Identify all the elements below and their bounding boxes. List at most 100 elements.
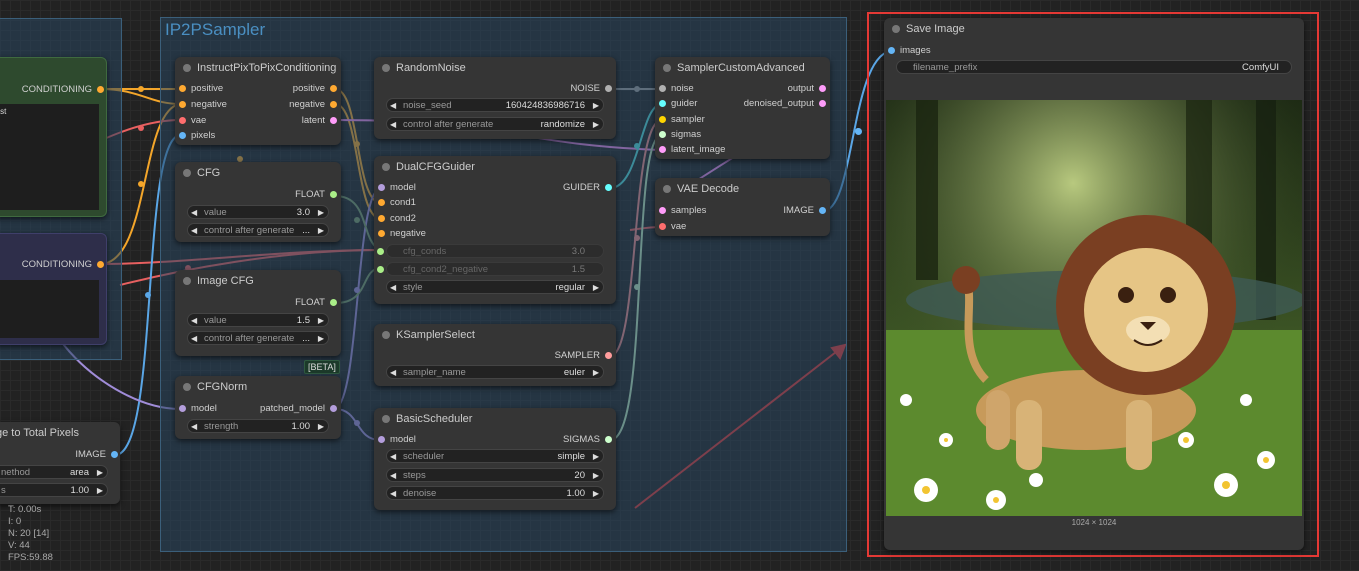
- model-dot-icon[interactable]: [378, 184, 385, 191]
- cfgnorm-node[interactable]: CFGNorm model patched_model ◀ strength 1…: [175, 376, 341, 439]
- arrow-left-icon[interactable]: ◀: [191, 314, 197, 328]
- cfg-node[interactable]: CFG FLOAT ◀ value 3.0 ▶ ◀ control after …: [175, 162, 341, 242]
- cfg-control-widget[interactable]: ◀ control after generate ... ▶: [187, 223, 329, 237]
- sampler-dot-icon[interactable]: [659, 116, 666, 123]
- arrow-right-icon[interactable]: ▶: [593, 281, 599, 295]
- output-guider[interactable]: GUIDER: [563, 181, 614, 195]
- style-widget[interactable]: ◀ style regular ▶: [386, 280, 604, 294]
- arrow-right-icon[interactable]: ▶: [97, 466, 103, 480]
- denoise-widget[interactable]: ◀ denoise 1.00 ▶: [386, 486, 604, 500]
- arrow-right-icon[interactable]: ▶: [318, 314, 324, 328]
- latent-dot-icon[interactable]: [819, 100, 826, 107]
- sigmas-dot-icon[interactable]: [605, 436, 612, 443]
- arrow-right-icon[interactable]: ▶: [593, 118, 599, 132]
- positive-prompt-node[interactable]: CONDITIONING rest: [0, 57, 107, 217]
- model-dot-icon[interactable]: [179, 405, 186, 412]
- image-dot-icon[interactable]: [819, 207, 826, 214]
- image-dot-icon[interactable]: [888, 47, 895, 54]
- vae-dot-icon[interactable]: [179, 117, 186, 124]
- steps-widget[interactable]: ◀ steps 20 ▶: [386, 468, 604, 482]
- float-dot-icon[interactable]: [377, 248, 384, 255]
- arrow-left-icon[interactable]: ◀: [390, 450, 396, 464]
- negative-prompt-node[interactable]: CONDITIONING: [0, 233, 107, 345]
- input-sampler[interactable]: sampler: [657, 113, 705, 127]
- arrow-right-icon[interactable]: ▶: [318, 206, 324, 220]
- latent-dot-icon[interactable]: [819, 85, 826, 92]
- arrow-right-icon[interactable]: ▶: [593, 99, 599, 113]
- output-positive[interactable]: positive: [293, 82, 339, 96]
- input-guider[interactable]: guider: [657, 97, 697, 111]
- negative-text-area[interactable]: [0, 280, 99, 338]
- input-model[interactable]: model: [376, 181, 416, 195]
- sampler-name-widget[interactable]: ◀ sampler_name euler ▶: [386, 365, 604, 379]
- input-model[interactable]: model: [177, 402, 217, 416]
- conditioning-dot-icon[interactable]: [378, 199, 385, 206]
- output-sigmas[interactable]: SIGMAS: [563, 433, 614, 447]
- strength-widget[interactable]: ◀ strength 1.00 ▶: [187, 419, 329, 433]
- input-vae[interactable]: vae: [657, 220, 686, 234]
- image-cfg-node[interactable]: Image CFG FLOAT ◀ value 1.5 ▶ ◀ control …: [175, 270, 341, 356]
- arrow-right-icon[interactable]: ▶: [593, 366, 599, 380]
- input-negative[interactable]: negative: [376, 227, 426, 241]
- generated-image[interactable]: [886, 100, 1302, 516]
- latent-dot-icon[interactable]: [330, 117, 337, 124]
- image-dot-icon[interactable]: [111, 451, 118, 458]
- input-vae[interactable]: vae: [177, 114, 206, 128]
- ip2p-conditioning-node[interactable]: InstructPixToPixConditioning positive ne…: [175, 57, 341, 145]
- arrow-left-icon[interactable]: ◀: [191, 332, 197, 346]
- output-output[interactable]: output: [788, 82, 828, 96]
- conditioning-dot-icon[interactable]: [179, 101, 186, 108]
- input-pixels[interactable]: pixels: [177, 129, 215, 143]
- input-cond1[interactable]: cond1: [376, 196, 416, 210]
- arrow-right-icon[interactable]: ▶: [318, 224, 324, 238]
- input-images[interactable]: images: [886, 44, 931, 58]
- output-denoised[interactable]: denoised_output: [744, 97, 828, 111]
- arrow-left-icon[interactable]: ◀: [390, 366, 396, 380]
- output-float[interactable]: FLOAT: [295, 296, 339, 310]
- conditioning-dot-icon[interactable]: [330, 85, 337, 92]
- random-noise-node[interactable]: RandomNoise NOISE ◀ noise_seed 160424836…: [374, 57, 616, 139]
- input-model[interactable]: model: [376, 433, 416, 447]
- upscale-method-widget[interactable]: nethod area ▶: [0, 465, 108, 479]
- output-image[interactable]: IMAGE: [783, 204, 828, 218]
- ksampler-select-node[interactable]: KSamplerSelect SAMPLER ◀ sampler_name eu…: [374, 324, 616, 386]
- arrow-right-icon[interactable]: ▶: [593, 487, 599, 501]
- image-dot-icon[interactable]: [179, 132, 186, 139]
- conditioning-dot-icon[interactable]: [330, 101, 337, 108]
- scheduler-widget[interactable]: ◀ scheduler simple ▶: [386, 449, 604, 463]
- input-noise[interactable]: noise: [657, 82, 694, 96]
- model-dot-icon[interactable]: [378, 436, 385, 443]
- basic-scheduler-node[interactable]: BasicScheduler model SIGMAS ◀ scheduler …: [374, 408, 616, 510]
- cfg-cond2-negative-widget[interactable]: cfg_cond2_negative 1.5: [377, 262, 604, 276]
- output-patched-model[interactable]: patched_model: [260, 402, 339, 416]
- conditioning-dot-icon[interactable]: [378, 230, 385, 237]
- conditioning-dot-icon[interactable]: [97, 261, 104, 268]
- output-negative[interactable]: negative: [289, 98, 339, 112]
- image-cfg-value-widget[interactable]: ◀ value 1.5 ▶: [187, 313, 329, 327]
- cfg-conds-widget[interactable]: cfg_conds 3.0: [377, 244, 604, 258]
- scale-image-node[interactable]: ge to Total Pixels .node[data-name="scal…: [0, 422, 120, 504]
- save-image-node[interactable]: Save Image images filename_prefix ComfyU…: [884, 18, 1304, 550]
- arrow-left-icon[interactable]: ◀: [191, 224, 197, 238]
- scale-image-output[interactable]: IMAGE: [75, 448, 120, 462]
- image-cfg-control-widget[interactable]: ◀ control after generate ... ▶: [187, 331, 329, 345]
- latent-dot-icon[interactable]: [659, 146, 666, 153]
- arrow-right-icon[interactable]: ▶: [97, 484, 103, 498]
- float-dot-icon[interactable]: [330, 299, 337, 306]
- latent-dot-icon[interactable]: [659, 207, 666, 214]
- input-samples[interactable]: samples: [657, 204, 706, 218]
- output-float[interactable]: FLOAT: [295, 188, 339, 202]
- output-latent[interactable]: latent: [302, 114, 339, 128]
- arrow-right-icon[interactable]: ▶: [593, 450, 599, 464]
- input-positive[interactable]: positive: [177, 82, 223, 96]
- arrow-left-icon[interactable]: ◀: [191, 206, 197, 220]
- dual-cfg-guider-node[interactable]: DualCFGGuider model cond1 cond2 negative…: [374, 156, 616, 304]
- arrow-right-icon[interactable]: ▶: [593, 469, 599, 483]
- guider-dot-icon[interactable]: [659, 100, 666, 107]
- float-dot-icon[interactable]: [330, 191, 337, 198]
- vae-decode-node[interactable]: VAE Decode samples vae IMAGE: [655, 178, 830, 236]
- arrow-right-icon[interactable]: ▶: [318, 420, 324, 434]
- conditioning-dot-icon[interactable]: [97, 86, 104, 93]
- arrow-left-icon[interactable]: ◀: [390, 487, 396, 501]
- output-sampler[interactable]: SAMPLER: [555, 349, 614, 363]
